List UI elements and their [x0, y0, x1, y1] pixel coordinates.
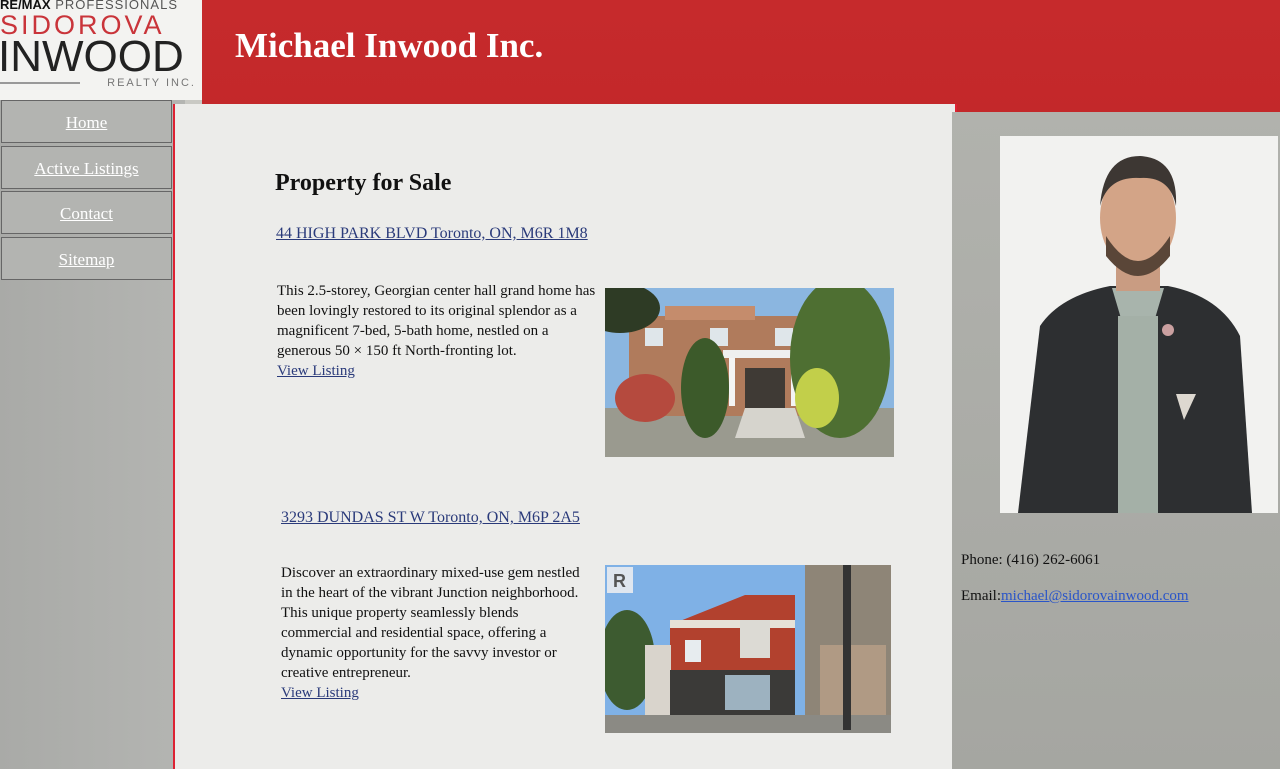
view-listing-link[interactable]: View Listing: [277, 361, 597, 381]
agent-email-link[interactable]: michael@sidorovainwood.com: [1001, 588, 1189, 604]
page-title: Property for Sale: [275, 170, 452, 196]
listing-address-link[interactable]: 44 HIGH PARK BLVD Toronto, ON, M6R 1M8: [276, 225, 588, 243]
agent-photo: [1000, 136, 1278, 513]
nav-item-label[interactable]: Contact: [60, 204, 113, 224]
logo-line-3: INWOOD: [0, 32, 184, 81]
nav-item-sitemap[interactable]: Sitemap: [1, 237, 172, 280]
nav-item-label[interactable]: Home: [66, 113, 108, 133]
listing-description: Discover an extraordinary mixed-use gem …: [281, 563, 581, 703]
nav-item-contact[interactable]: Contact: [1, 191, 172, 234]
email-label: Email:: [961, 588, 1001, 604]
logo-line-4: REALTY INC.: [107, 77, 196, 89]
listing-photo[interactable]: R: [605, 565, 891, 733]
storefront-photo-image: R: [605, 565, 891, 733]
main-content: Property for Sale 44 HIGH PARK BLVD Toro…: [173, 104, 957, 769]
sidebar-nav: Home Active Listings Contact Sitemap: [0, 100, 185, 769]
nav-item-home[interactable]: Home: [1, 100, 172, 143]
listing-description-text: Discover an extraordinary mixed-use gem …: [281, 565, 580, 681]
listing-photo[interactable]: [605, 288, 894, 457]
logo-divider: [0, 82, 80, 84]
header-banner: Michael Inwood Inc.: [202, 0, 1280, 114]
agent-phone: Phone: (416) 262-6061: [961, 552, 1101, 568]
svg-text:R: R: [613, 571, 626, 591]
site-title: Michael Inwood Inc.: [235, 26, 544, 65]
site-logo[interactable]: RE/MAX PROFESSIONALS SIDOROVA INWOOD REA…: [0, 0, 202, 100]
agent-portrait-image: [1000, 136, 1278, 513]
nav-item-active-listings[interactable]: Active Listings: [1, 146, 172, 189]
listing-description: This 2.5-storey, Georgian center hall gr…: [277, 281, 597, 381]
nav-item-label[interactable]: Sitemap: [59, 250, 115, 270]
listing-address-link[interactable]: 3293 DUNDAS ST W Toronto, ON, M6P 2A5: [281, 509, 580, 527]
agent-email-line: Email:michael@sidorovainwood.com: [961, 588, 1189, 605]
view-listing-link[interactable]: View Listing: [281, 683, 581, 703]
listing-description-text: This 2.5-storey, Georgian center hall gr…: [277, 283, 596, 359]
nav-item-label[interactable]: Active Listings: [34, 159, 138, 179]
agent-panel: Phone: (416) 262-6061 Email:michael@sido…: [952, 112, 1280, 769]
house-photo-image: [605, 288, 894, 457]
